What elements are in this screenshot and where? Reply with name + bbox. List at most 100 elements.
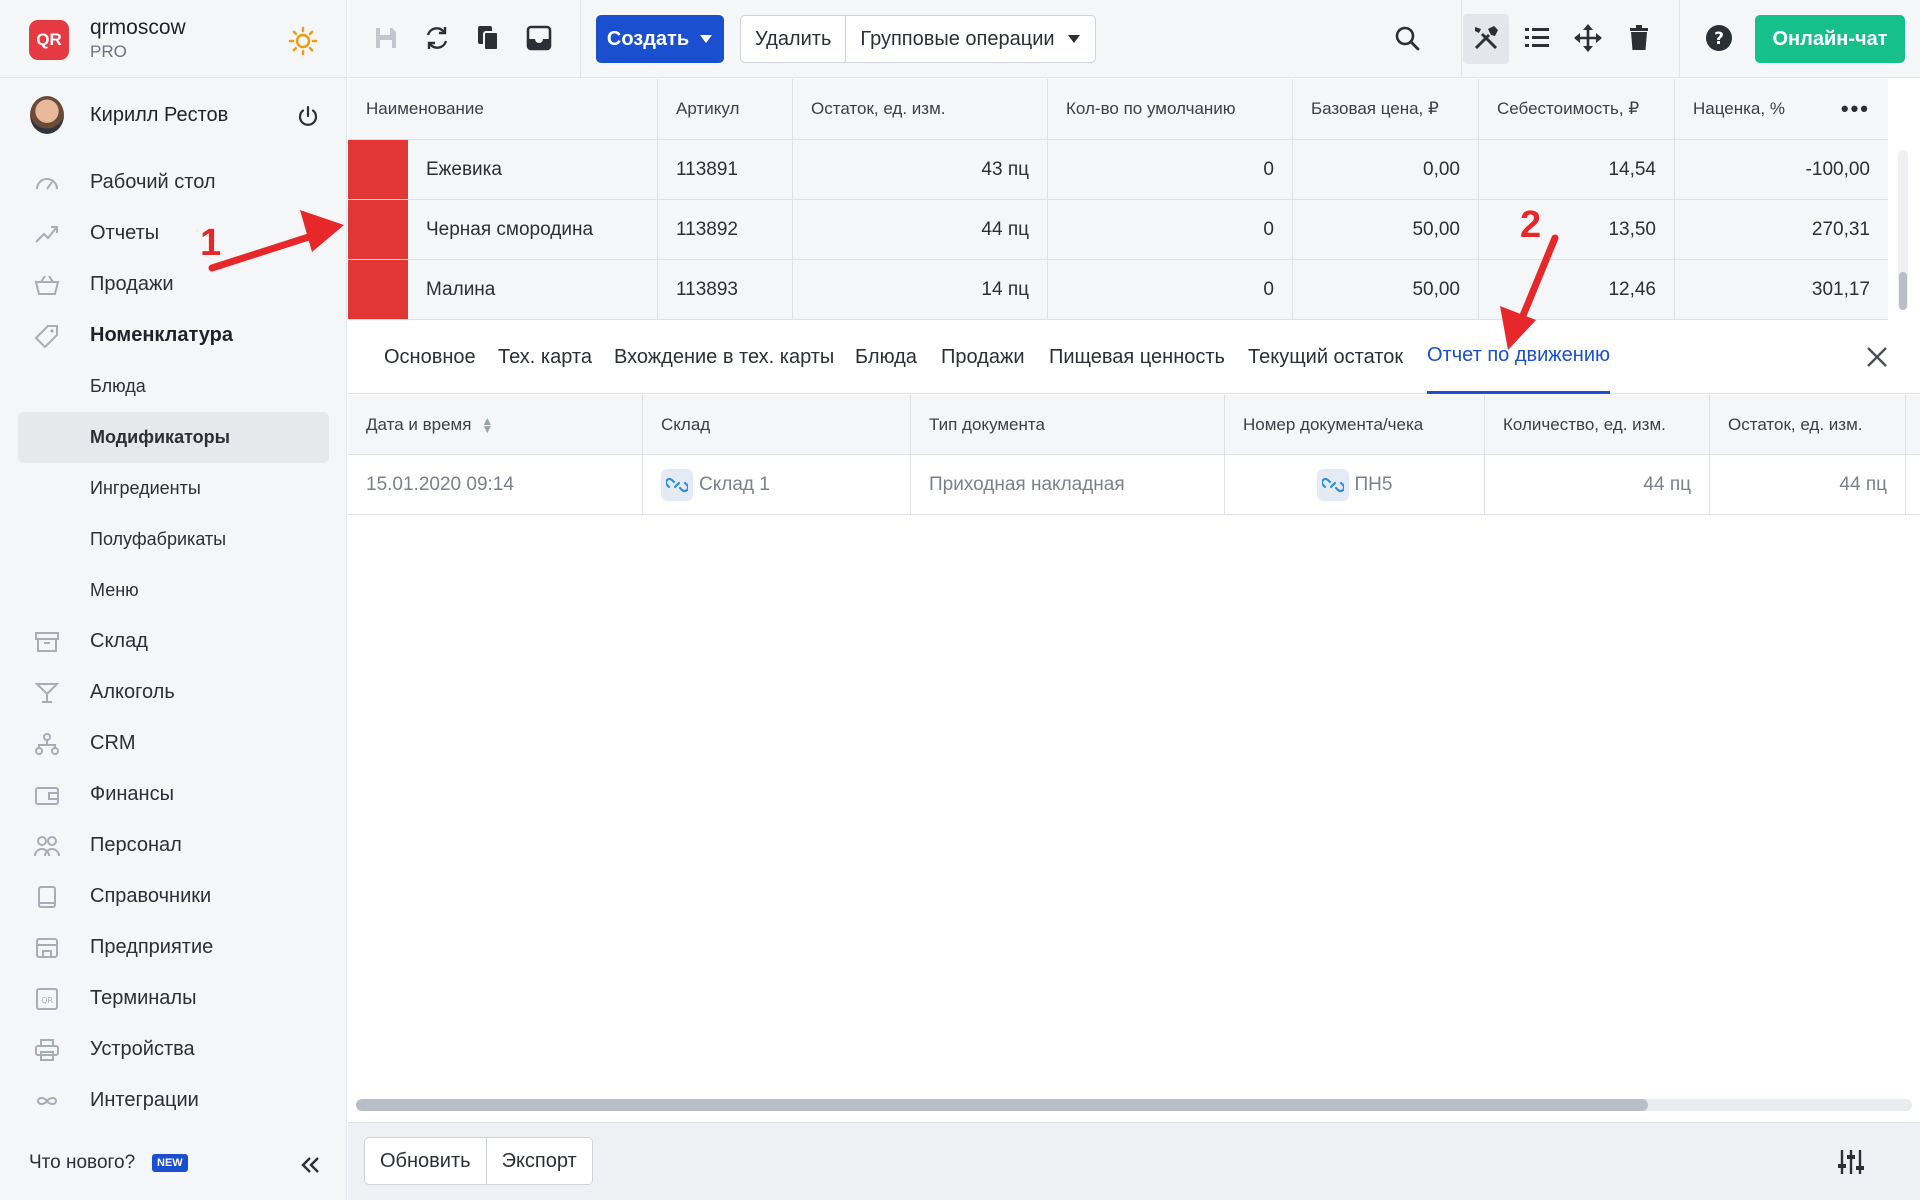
tab-tech-card-usage[interactable]: Вхождение в тех. карты <box>614 320 834 394</box>
more-options-icon[interactable]: ••• <box>1841 96 1870 122</box>
column-header-doc-type[interactable]: Тип документа <box>911 395 1225 454</box>
sidebar-item-dashboard[interactable]: Рабочий стол <box>0 157 347 208</box>
search-icon[interactable] <box>1391 22 1423 54</box>
tab-dishes[interactable]: Блюда <box>855 320 917 394</box>
create-button[interactable]: Создать <box>596 15 724 63</box>
cell-warehouse[interactable]: Склад 1 <box>643 455 911 514</box>
column-header-stock[interactable]: Остаток, ед. изм. <box>793 79 1048 139</box>
sidebar-item-finance[interactable]: Финансы <box>0 769 347 820</box>
sidebar-item-references[interactable]: Справочники <box>0 871 347 922</box>
column-header-rest[interactable]: Остаток, ед. изм. <box>1710 395 1906 454</box>
create-label: Создать <box>606 27 690 50</box>
tab-tech-card[interactable]: Тех. карта <box>498 320 592 394</box>
doc-number-link[interactable]: ПН5 <box>1355 474 1393 496</box>
group-operations-button[interactable]: Групповые операции <box>845 16 1094 62</box>
delete-button[interactable]: Удалить <box>741 16 845 62</box>
tab-main[interactable]: Основное <box>384 320 476 394</box>
refresh-icon[interactable] <box>421 22 453 54</box>
column-header-default-qty[interactable]: Кол-во по умолчанию <box>1048 79 1293 139</box>
sidebar-subitem-dishes[interactable]: Блюда <box>0 361 347 412</box>
sidebar-item-enterprise[interactable]: Предприятие <box>0 922 347 973</box>
vertical-scrollbar-thumb[interactable] <box>1899 272 1907 310</box>
color-swatch <box>348 200 408 259</box>
table-row[interactable]: Малина 113893 14 пц 0 50,00 12,46 301,17 <box>348 260 1888 320</box>
close-icon[interactable] <box>1864 344 1890 370</box>
sidebar-subitem-modifiers[interactable]: Модификаторы <box>18 412 329 463</box>
sidebar-item-terminals[interactable]: QR Терминалы <box>0 973 347 1024</box>
column-header-warehouse[interactable]: Склад <box>643 395 911 454</box>
avatar[interactable] <box>30 96 64 134</box>
store-icon <box>36 938 58 958</box>
user-name[interactable]: Кирилл Рестов <box>90 104 228 127</box>
sidebar-item-staff[interactable]: Персонал <box>0 820 347 871</box>
toolbar-divider <box>580 0 581 78</box>
column-header-markup-label: Наценка, % <box>1693 99 1785 118</box>
column-header-quantity[interactable]: Количество, ед. изм. <box>1485 395 1710 454</box>
sidebar-item-label: Продажи <box>90 273 174 295</box>
link-icon[interactable] <box>1316 468 1349 501</box>
sort-icon[interactable]: ▲ ▼ <box>481 415 493 435</box>
refresh-button[interactable]: Обновить <box>365 1138 486 1184</box>
link-icon[interactable] <box>661 468 693 501</box>
movement-table: Дата и время ▲ ▼ Склад Тип документа Номе… <box>348 395 1920 515</box>
sidebar-item-nomenclature[interactable]: Номенклатура <box>0 310 347 361</box>
whats-new-link[interactable]: Что нового? <box>29 1152 135 1174</box>
online-chat-button[interactable]: Онлайн-чат <box>1755 15 1905 63</box>
sidebar-nav: Рабочий стол Отчеты Продажи Номенклатура… <box>0 157 347 1126</box>
trash-icon[interactable] <box>1623 22 1655 54</box>
table-row[interactable]: Ежевика 113891 43 пц 0 0,00 14,54 -100,0… <box>348 140 1888 200</box>
sidebar-item-label: Номенклатура <box>90 324 233 346</box>
sidebar-item-alcohol[interactable]: Алкоголь <box>0 667 347 718</box>
copy-icon[interactable] <box>472 22 504 54</box>
collapse-sidebar-icon[interactable] <box>297 1152 323 1178</box>
tools-icon[interactable] <box>1470 22 1502 54</box>
warehouse-link[interactable]: Склад 1 <box>699 474 770 496</box>
list-icon[interactable] <box>1521 22 1553 54</box>
sidebar-item-reports[interactable]: Отчеты <box>0 208 347 259</box>
cell-default-qty: 0 <box>1048 200 1293 259</box>
power-icon[interactable] <box>296 104 320 128</box>
sidebar-item-warehouse[interactable]: Склад <box>0 616 347 667</box>
sidebar-subitem-semis[interactable]: Полуфабрикаты <box>0 514 347 565</box>
column-header-markup[interactable]: Наценка, % ••• <box>1675 79 1888 139</box>
column-header-cost[interactable]: Себестоимость, ₽ <box>1479 79 1675 139</box>
cell-doc-number[interactable]: ПН5 <box>1225 455 1485 514</box>
sidebar-item-label: Справочники <box>90 885 212 907</box>
column-header-name[interactable]: Наименование <box>348 79 658 139</box>
cell-price: 50,00 <box>1293 260 1479 319</box>
tab-movement-report[interactable]: Отчет по движению <box>1427 320 1611 394</box>
sidebar-item-sales[interactable]: Продажи <box>0 259 347 310</box>
brand-logo[interactable]: QR <box>29 20 69 60</box>
column-header-base-price[interactable]: Базовая цена, ₽ <box>1293 79 1479 139</box>
qr-terminal-icon: QR <box>36 988 58 1010</box>
sidebar-item-devices[interactable]: Устройства <box>0 1024 347 1075</box>
printer-icon <box>35 1039 59 1061</box>
help-icon[interactable]: ? <box>1703 22 1735 54</box>
table-row[interactable]: 15.01.2020 09:14 Склад 1 Приходная накла… <box>348 455 1920 515</box>
tab-current-stock[interactable]: Текущий остаток <box>1248 320 1403 394</box>
cell-price: 50,00 <box>1293 200 1479 259</box>
horizontal-scrollbar-thumb[interactable] <box>356 1099 1648 1111</box>
column-header-article[interactable]: Артикул <box>658 79 793 139</box>
column-header-datetime[interactable]: Дата и время ▲ ▼ <box>348 395 643 454</box>
table-row[interactable]: Черная смородина 113892 44 пц 0 50,00 13… <box>348 200 1888 260</box>
sidebar-subitem-menu[interactable]: Меню <box>0 565 347 616</box>
column-header-doc-number[interactable]: Номер документа/чека <box>1225 395 1485 454</box>
cocktail-icon <box>34 683 60 703</box>
toolbar-divider <box>1461 0 1462 78</box>
tab-nutrition[interactable]: Пищевая ценность <box>1049 320 1225 394</box>
export-button[interactable]: Экспорт <box>485 1138 592 1184</box>
brand-header: QR qrmoscow PRO <box>0 0 347 78</box>
brand-name[interactable]: qrmoscow <box>90 16 186 40</box>
sidebar-subitem-ingredients[interactable]: Ингредиенты <box>0 463 347 514</box>
sliders-icon[interactable] <box>1836 1147 1866 1177</box>
sidebar-item-crm[interactable]: CRM <box>0 718 347 769</box>
save-icon[interactable] <box>370 22 402 54</box>
row-name: Черная смородина <box>426 218 594 240</box>
inbox-icon[interactable] <box>523 22 555 54</box>
tab-sales[interactable]: Продажи <box>941 320 1025 394</box>
detail-tabs: Основное Тех. карта Вхождение в тех. кар… <box>348 320 1920 394</box>
move-icon[interactable] <box>1572 22 1604 54</box>
sun-icon[interactable] <box>288 26 318 56</box>
sidebar-item-integrations[interactable]: Интеграции <box>0 1075 347 1126</box>
